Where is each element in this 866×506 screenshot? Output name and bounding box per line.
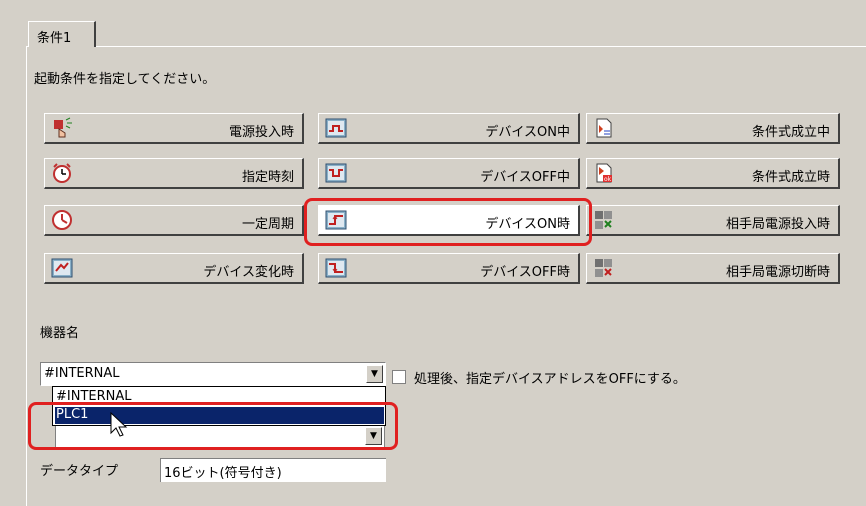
mouse-cursor-icon	[110, 412, 128, 437]
device-off-icon	[325, 162, 347, 184]
trigger-condition-met-button[interactable]: ok 条件式成立時	[586, 158, 840, 189]
device-name-combo[interactable]: #INTERNAL ▼	[40, 362, 386, 386]
data-type-value: 16ビット(符号付き)	[164, 466, 282, 481]
device-off-fall-icon	[325, 257, 347, 279]
svg-text:ok: ok	[604, 176, 612, 183]
clock-icon	[51, 209, 73, 231]
remote-power-on-icon	[593, 209, 615, 231]
trigger-label: デバイスOFF中	[480, 170, 570, 185]
remote-power-off-icon	[593, 257, 615, 279]
trigger-condition-true-button[interactable]: 条件式成立中	[586, 113, 840, 144]
trigger-specified-time-button[interactable]: 指定時刻	[44, 158, 304, 189]
power-on-icon	[51, 117, 73, 139]
condition-icon	[593, 117, 615, 139]
trigger-label: 相手局電源投入時	[725, 217, 830, 232]
highlight-plc1-option	[28, 402, 398, 450]
trigger-label: 条件式成立時	[751, 170, 830, 185]
trigger-fixed-cycle-button[interactable]: 一定周期	[44, 205, 304, 236]
device-name-label: 機器名	[40, 326, 80, 341]
trigger-remote-power-on-button[interactable]: 相手局電源投入時	[586, 205, 840, 236]
tab-condition1[interactable]: 条件1	[28, 21, 96, 47]
trigger-label: 一定周期	[241, 217, 294, 232]
reset-device-checkbox-row[interactable]: 処理後、指定デバイスアドレスをOFFにする。	[392, 368, 686, 387]
condition-ok-icon: ok	[593, 162, 615, 184]
trigger-power-on-button[interactable]: 電源投入時	[44, 113, 304, 144]
trigger-device-off-button[interactable]: デバイスOFF中	[318, 158, 580, 189]
trigger-label: デバイスOFF時	[480, 265, 570, 280]
alarm-clock-icon	[51, 162, 73, 184]
trigger-label: 相手局電源切断時	[725, 265, 830, 280]
trigger-label: デバイス変化時	[203, 265, 294, 280]
reset-device-checkbox[interactable]	[392, 370, 406, 384]
tab-label: 条件1	[37, 31, 72, 46]
trigger-remote-power-off-button[interactable]: 相手局電源切断時	[586, 253, 840, 284]
trigger-device-off-fall-button[interactable]: デバイスOFF時	[318, 253, 580, 284]
reset-device-checkbox-label: 処理後、指定デバイスアドレスをOFFにする。	[414, 372, 686, 387]
trigger-device-change-button[interactable]: デバイス変化時	[44, 253, 304, 284]
chevron-down-icon[interactable]: ▼	[366, 365, 383, 383]
data-type-field[interactable]: 16ビット(符号付き)	[160, 458, 386, 482]
trigger-label: デバイスON中	[485, 125, 570, 140]
device-change-icon	[51, 257, 73, 279]
device-name-value: #INTERNAL	[44, 366, 120, 381]
highlight-device-on-rise	[304, 198, 592, 246]
trigger-label: 電源投入時	[228, 125, 294, 140]
data-type-label: データタイプ	[40, 464, 119, 479]
instruction-text: 起動条件を指定してください。	[34, 72, 216, 87]
trigger-label: 指定時刻	[241, 170, 294, 185]
trigger-device-on-button[interactable]: デバイスON中	[318, 113, 580, 144]
trigger-label: 条件式成立中	[751, 125, 830, 140]
device-on-icon	[325, 117, 347, 139]
